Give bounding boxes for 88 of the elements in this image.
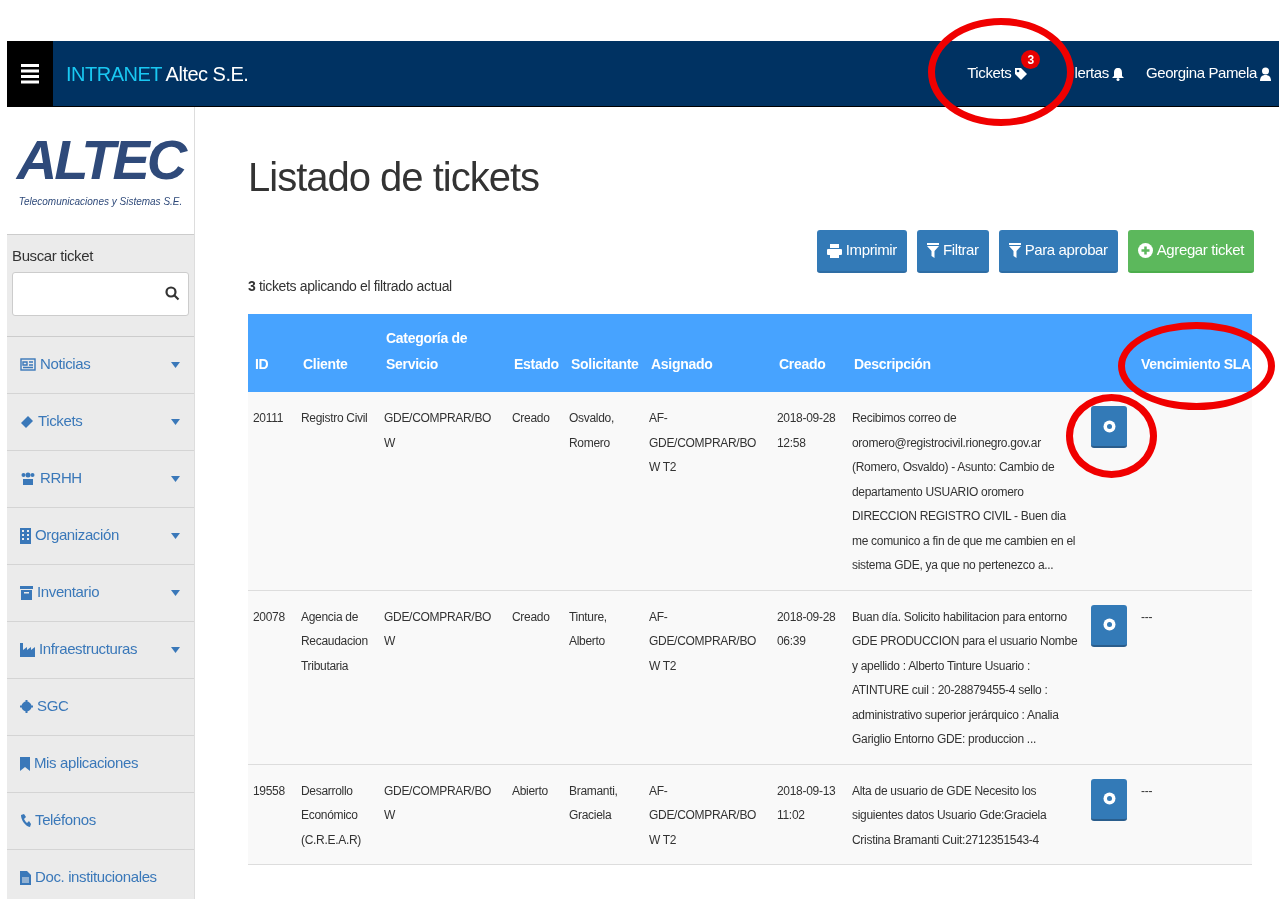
table-cell: GDE/COMPRAR/BOW	[384, 783, 492, 822]
column-header: Estado	[514, 356, 559, 373]
toolbar-button[interactable]: Para aprobar	[998, 230, 1118, 273]
notification-badge: 3	[1021, 50, 1041, 70]
menu-button[interactable]	[7, 41, 53, 106]
caret-icon	[171, 418, 180, 425]
plus-circle-icon	[1137, 243, 1153, 258]
view-button[interactable]	[1091, 406, 1127, 448]
toolbar-button[interactable]: Imprimir	[816, 230, 907, 273]
building-icon	[20, 527, 31, 544]
sidebar-menu-item[interactable]: Infraestructuras	[7, 621, 194, 679]
document-icon	[20, 870, 31, 885]
user-icon	[1260, 66, 1271, 81]
table-cell: AF-GDE/COMPRAR/BOW T2	[649, 411, 757, 474]
caret-icon	[171, 361, 180, 368]
printer-icon	[826, 243, 842, 258]
caret-icon	[171, 589, 180, 596]
table-cell: GDE/COMPRAR/BOW	[384, 411, 492, 450]
caret-icon	[171, 475, 180, 482]
sidebar-menu-item[interactable]: Tickets	[7, 393, 194, 451]
table-cell: Agencia de Recaudacion Tributaria	[301, 609, 368, 673]
filter-icon	[1008, 243, 1021, 258]
table-cell: Bramanti, Graciela	[569, 783, 618, 822]
table-cell: Osvaldo, Romero	[569, 411, 614, 450]
eye-icon	[1102, 419, 1116, 433]
caret-icon	[171, 646, 180, 653]
column-header: Descripción	[854, 356, 931, 373]
table-cell: 20078	[253, 609, 285, 624]
sidebar-menu-item[interactable]: Teléfonos	[7, 792, 194, 850]
column-header: Cliente	[303, 356, 348, 373]
table-cell: Creado	[512, 411, 550, 425]
table-cell: 2018-09-28 12:58	[777, 411, 836, 450]
bookmark-icon	[20, 756, 30, 771]
brand-link[interactable]: INTRANET Altec S.E.	[66, 58, 249, 89]
table-cell: GDE/COMPRAR/BOW	[384, 609, 492, 648]
result-summary: 3 tickets aplicando el filtrado actual	[248, 277, 453, 296]
column-header: Creado	[779, 356, 826, 373]
table-cell: Tinture, Alberto	[569, 609, 607, 648]
table-cell: Buan día. Solicito habilitacion para entorno GDE PRODUCCION para el usuario Nombe y apellido : Alberto Tinture Usuario : ATINTURE cuil : 20-28879455-4 sello : administrativo superior jerárquico : Analia Gariglio Entorno GDE: produccion ...	[852, 609, 1078, 746]
sidebar-menu-item[interactable]: Inventario	[7, 564, 194, 622]
column-header: Asignado	[651, 356, 713, 373]
search-icon	[165, 286, 180, 301]
search-label: Buscar ticket	[12, 246, 95, 266]
view-button[interactable]	[1091, 604, 1127, 647]
sidebar-menu-item[interactable]: SGC	[7, 678, 194, 736]
tag-icon	[1014, 66, 1029, 81]
newspaper-icon	[20, 358, 36, 371]
table-cell: ---	[1141, 609, 1153, 624]
column-header: Solicitante	[571, 356, 639, 373]
table-cell: Creado	[512, 609, 550, 624]
column-header: Categoría de Servicio	[386, 329, 468, 373]
factory-icon	[20, 642, 35, 657]
sidebar-menu-item[interactable]: Organización	[7, 507, 194, 565]
filter-icon	[926, 243, 939, 258]
search-field[interactable]	[12, 271, 189, 316]
menu-icon	[21, 63, 39, 84]
table-cell: 2018-09-28 06:39	[777, 609, 836, 648]
table-cell: Desarrollo Económico (C.R.E.A.R)	[301, 783, 362, 847]
eye-icon	[1102, 792, 1116, 805]
phone-icon	[20, 814, 31, 827]
table-cell: 2018-09-13 11:02	[777, 783, 836, 822]
toolbar-button[interactable]: Filtrar	[916, 230, 989, 273]
table-cell: 19558	[253, 783, 285, 798]
nav-link[interactable]: lertas	[1074, 62, 1124, 85]
table-cell: ---	[1141, 783, 1153, 798]
eye-icon	[1102, 618, 1116, 631]
caret-icon	[171, 532, 180, 539]
table-cell: AF-GDE/COMPRAR/BOW T2	[649, 609, 757, 673]
sidebar-menu-item[interactable]: Mis aplicaciones	[7, 735, 194, 793]
table-cell: AF-GDE/COMPRAR/BOW T2	[649, 783, 757, 847]
bell-icon	[1111, 66, 1124, 81]
sidebar-menu-item[interactable]: RRHH	[7, 450, 194, 508]
view-button[interactable]	[1091, 778, 1127, 821]
company-logo: ALTEC Telecomunicaciones y Sistemas S.E.	[7, 107, 194, 235]
toolbar-button[interactable]: Agregar ticket	[1127, 230, 1254, 273]
nav-link[interactable]: Georgina Pamela	[1145, 62, 1271, 85]
table-cell: 20111	[253, 411, 284, 425]
table-cell: Alta de usuario de GDE Necesito los siguientes datos Usuario Gde:Graciela Cristina Bramanti Cuit:2712351543-4	[852, 783, 1047, 847]
table-cell: Recibimos correo de oromero@registrocivil.rionegro.gov.ar (Romero, Osvaldo) - Asunto: Cambio de departamento USUARIO oromero DIRECCION REGISTRO CIVIL - Buen dia me comunico a fin de que me cambien en el sistema GDE, ya que no pertenezco a...	[852, 411, 1076, 572]
column-header: Vencimiento SLA	[1141, 356, 1251, 373]
column-header: ID	[255, 356, 269, 373]
sidebar-menu-item[interactable]: Doc. institucionales	[7, 849, 194, 899]
sidebar-menu-item[interactable]: Noticias	[7, 336, 194, 394]
table-cell: Abierto	[512, 783, 548, 798]
page-title: Listado de tickets	[248, 157, 541, 197]
archive-box-icon	[20, 585, 33, 600]
users-icon	[20, 472, 36, 485]
table-cell: Registro Civil	[301, 411, 368, 425]
